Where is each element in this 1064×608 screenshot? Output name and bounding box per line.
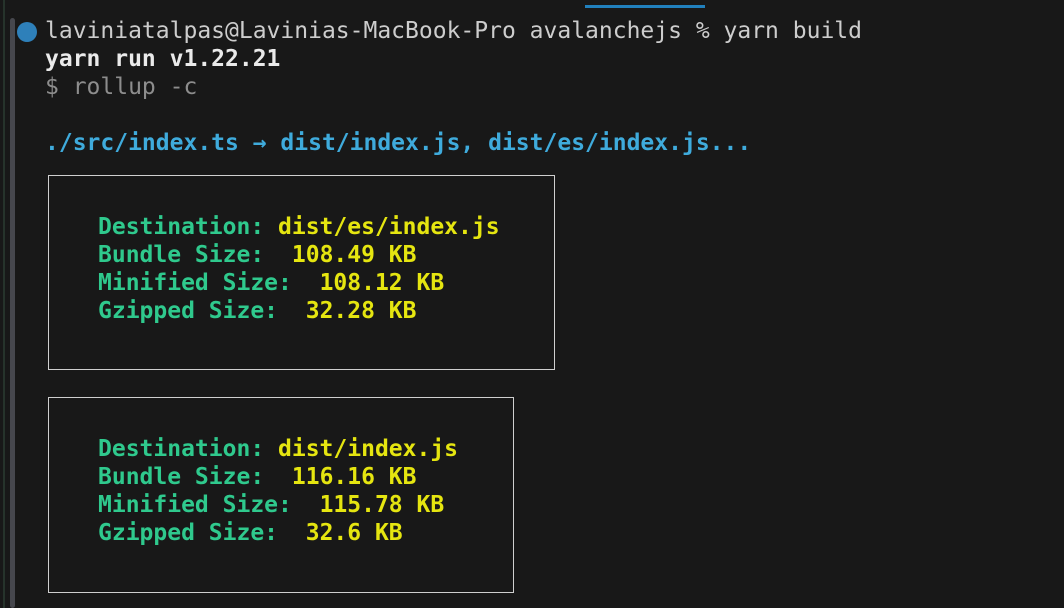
filesize-value: 116.16 KB <box>292 464 417 490</box>
filesize-label: Bundle Size: <box>98 242 292 268</box>
bundle-box-main: Destination: dist/index.js Bundle Size: … <box>48 397 514 593</box>
filesize-row-gzipped-size: Gzipped Size: 32.28 KB <box>98 297 554 325</box>
filesize-value: dist/index.js <box>278 436 458 462</box>
filesize-row-bundle-size: Bundle Size: 116.16 KB <box>98 463 513 491</box>
filesize-row-destination: Destination: dist/index.js <box>98 435 513 463</box>
filesize-label: Gzipped Size: <box>98 298 306 324</box>
active-tab-indicator <box>585 5 705 8</box>
rollup-command-line: $ rollup -c <box>45 73 197 101</box>
panel-edge-line <box>3 0 5 608</box>
yarn-version-line: yarn run v1.22.21 <box>45 45 280 73</box>
terminal-screen: { "panel": { "active_tab_indicator": "bl… <box>0 0 1064 608</box>
command-guide-bar <box>10 18 15 608</box>
filesize-row-gzipped-size: Gzipped Size: 32.6 KB <box>98 519 513 547</box>
filesize-value: 32.6 KB <box>306 520 403 546</box>
filesize-label: Destination: <box>98 214 278 240</box>
shell-prompt-line: laviniatalpas@Lavinias-MacBook-Pro avala… <box>45 17 862 45</box>
filesize-value: 32.28 KB <box>306 298 417 324</box>
filesize-value: 115.78 KB <box>320 492 445 518</box>
filesize-value: 108.49 KB <box>292 242 417 268</box>
filesize-row-destination: Destination: dist/es/index.js <box>98 213 554 241</box>
filesize-row-minified-size: Minified Size: 108.12 KB <box>98 269 554 297</box>
filesize-value: 108.12 KB <box>320 270 445 296</box>
command-decoration-icon[interactable] <box>17 22 37 42</box>
filesize-label: Minified Size: <box>98 492 320 518</box>
filesize-label: Bundle Size: <box>98 464 292 490</box>
bundle-box-es: Destination: dist/es/index.js Bundle Siz… <box>48 175 555 370</box>
filesize-row-minified-size: Minified Size: 115.78 KB <box>98 491 513 519</box>
filesize-value: dist/es/index.js <box>278 214 500 240</box>
build-summary-line: ./src/index.ts → dist/index.js, dist/es/… <box>45 129 751 157</box>
filesize-row-bundle-size: Bundle Size: 108.49 KB <box>98 241 554 269</box>
filesize-label: Minified Size: <box>98 270 320 296</box>
filesize-label: Destination: <box>98 436 278 462</box>
filesize-label: Gzipped Size: <box>98 520 306 546</box>
